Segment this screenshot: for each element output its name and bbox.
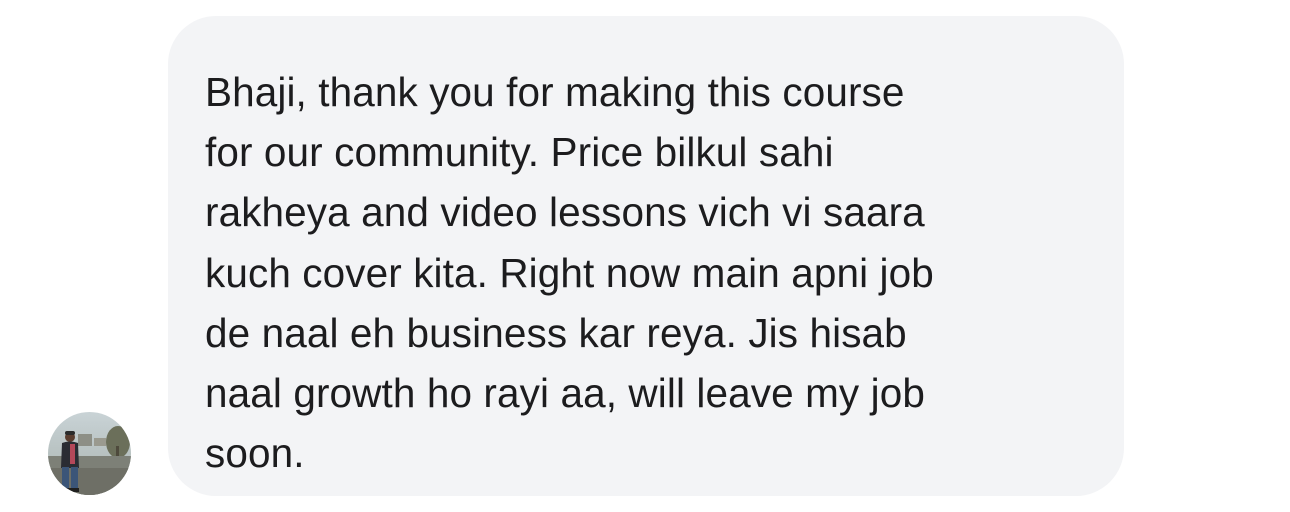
user-avatar-photo-icon [48,412,131,495]
message-bubble[interactable]: Bhaji, thank you for making this course … [168,16,1124,496]
sender-avatar[interactable] [48,412,131,495]
message-text: Bhaji, thank you for making this course … [205,69,934,477]
message-thread: Bhaji, thank you for making this course … [0,0,1290,512]
